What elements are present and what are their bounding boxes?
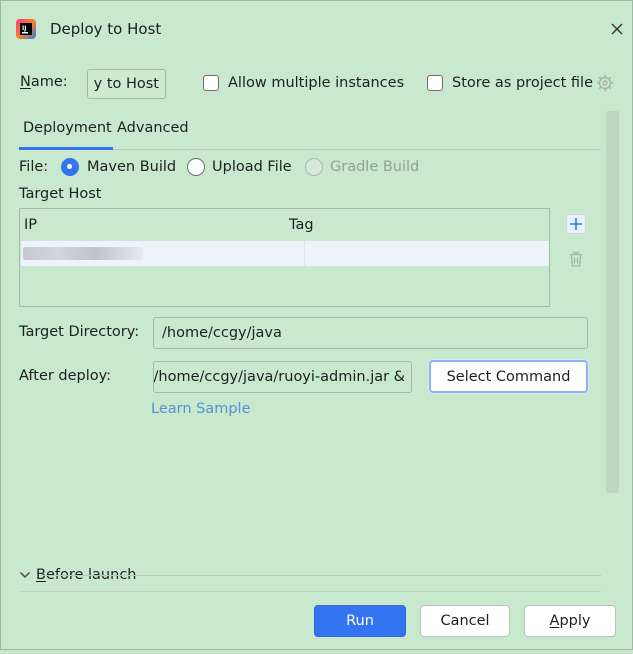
maven-build-radio[interactable] xyxy=(61,158,79,176)
gradle-build-radio xyxy=(305,158,323,176)
target-host-table[interactable]: IP Tag xyxy=(19,208,550,307)
name-label: Name: xyxy=(20,74,68,90)
after-deploy-label: After deploy: xyxy=(19,368,112,384)
app-logo-icon: IJ xyxy=(15,18,37,40)
svg-text:IJ: IJ xyxy=(22,25,26,32)
maven-build-label: Maven Build xyxy=(87,159,177,175)
apply-button-rest: pply xyxy=(559,613,591,629)
file-label: File: xyxy=(19,159,49,175)
learn-sample-link[interactable]: Learn Sample xyxy=(151,401,251,417)
column-header-ip: IP xyxy=(24,217,38,233)
column-header-tag: Tag xyxy=(289,217,314,233)
tab-advanced[interactable]: Advanced xyxy=(117,120,189,136)
run-button[interactable]: Run xyxy=(314,605,406,637)
apply-button[interactable]: Apply xyxy=(524,605,616,637)
section-divider xyxy=(41,575,601,576)
target-directory-label: Target Directory: xyxy=(19,324,140,340)
target-host-label: Target Host xyxy=(19,186,102,202)
after-deploy-input[interactable]: /home/ccgy/java/ruoyi-admin.jar & xyxy=(153,361,412,393)
upload-file-label: Upload File xyxy=(212,159,292,175)
allow-multiple-checkbox[interactable] xyxy=(203,75,219,91)
name-input[interactable]: y to Host xyxy=(87,69,166,99)
add-host-icon[interactable] xyxy=(565,213,587,235)
cancel-button[interactable]: Cancel xyxy=(420,605,510,637)
tab-selected-indicator xyxy=(19,147,113,150)
target-directory-input[interactable]: /home/ccgy/java xyxy=(153,317,588,349)
store-project-label: Store as project file xyxy=(452,75,593,91)
footer-divider xyxy=(19,591,601,592)
tab-deployment[interactable]: Deployment xyxy=(23,120,112,136)
after-deploy-value: /home/ccgy/java/ruoyi-admin.jar & xyxy=(153,369,405,385)
chevron-down-icon[interactable] xyxy=(18,568,32,582)
select-command-button[interactable]: Select Command xyxy=(429,360,588,393)
name-input-value: y to Host xyxy=(93,76,159,92)
redacted-ip xyxy=(23,247,143,260)
deploy-dialog: IJ Deploy to Host Name: y to Host Allow … xyxy=(0,0,633,650)
gradle-build-label: Gradle Build xyxy=(330,159,420,175)
allow-multiple-label: Allow multiple instances xyxy=(228,75,405,91)
window-title: Deploy to Host xyxy=(50,20,162,38)
column-divider xyxy=(304,241,305,266)
trash-icon xyxy=(565,248,587,270)
name-label-rest: ame: xyxy=(30,74,68,90)
close-icon[interactable] xyxy=(607,19,627,39)
upload-file-radio[interactable] xyxy=(187,158,205,176)
store-project-checkbox[interactable] xyxy=(427,75,443,91)
vertical-scrollbar[interactable] xyxy=(606,111,619,493)
gear-icon[interactable] xyxy=(596,74,614,92)
table-row[interactable] xyxy=(21,241,549,266)
